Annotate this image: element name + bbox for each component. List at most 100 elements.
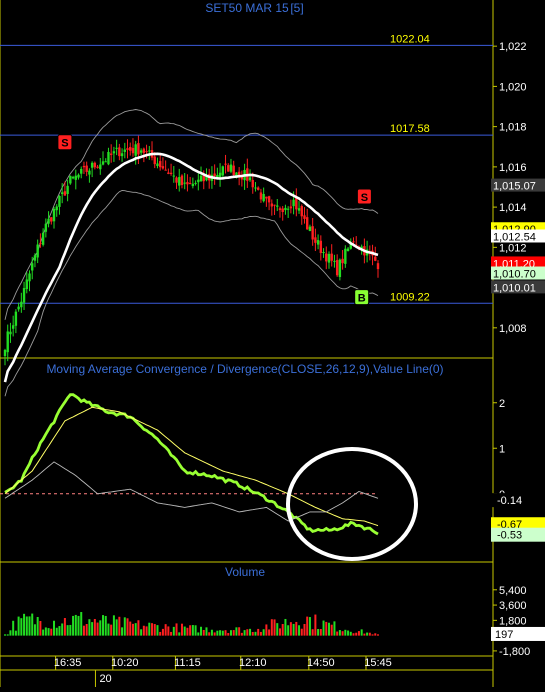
volume-bar	[216, 630, 219, 636]
chart-background	[0, 0, 545, 687]
candle-body	[145, 151, 148, 153]
candle-body	[9, 331, 12, 335]
volume-bar	[322, 620, 325, 636]
volume-bar	[194, 625, 197, 636]
volume-bar	[229, 630, 232, 636]
candle-body	[248, 177, 252, 181]
signal-label: S	[61, 138, 68, 150]
volume-bar	[31, 613, 34, 636]
volume-bar	[126, 618, 129, 636]
volume-bar	[276, 623, 279, 636]
candle-body	[82, 165, 86, 168]
candle-body	[374, 256, 377, 261]
volume-bar	[82, 625, 85, 636]
candle-body	[25, 279, 28, 290]
volume-bar	[118, 616, 121, 636]
candle-body	[330, 253, 333, 261]
candle-body	[131, 147, 135, 154]
candle-body	[47, 218, 50, 224]
candle-body	[306, 217, 309, 230]
candle-body	[352, 241, 355, 243]
candle-body	[259, 192, 263, 200]
candle-body	[180, 175, 184, 185]
candle-body	[319, 240, 323, 253]
candle-body	[134, 144, 137, 156]
candle-body	[273, 204, 276, 206]
candle-body	[33, 255, 37, 261]
volume-bar	[23, 613, 26, 636]
candle-body	[158, 161, 162, 168]
volume-bar	[191, 625, 194, 636]
volume-bar	[352, 633, 355, 636]
volume-bar	[47, 628, 50, 636]
volume-bar	[303, 624, 306, 636]
volume-bar	[20, 618, 23, 636]
volume-bar	[295, 621, 298, 636]
price-level-label: 1017.58	[390, 123, 430, 135]
macd-y-tick-label: 1	[499, 443, 505, 455]
signal-label: S	[361, 192, 368, 204]
volume-bar	[270, 619, 273, 636]
macd-chart-title: Moving Average Convergence / Divergence(…	[46, 362, 443, 376]
volume-bar	[55, 627, 58, 636]
candle-body	[123, 149, 126, 152]
price-y-tick-label: 1,020	[499, 81, 527, 93]
candle-body	[346, 248, 350, 251]
volume-bar	[85, 623, 88, 636]
volume-bar	[93, 618, 96, 636]
candle-body	[60, 192, 64, 195]
volume-bar	[249, 628, 252, 636]
chart-root: 1,0081,0101,0121,0141,0161,0181,0201,022…	[0, 0, 545, 687]
volume-bar	[360, 629, 363, 636]
price-level-label: 1009.22	[390, 291, 430, 303]
candle-body	[227, 165, 230, 172]
candle-body	[344, 248, 347, 264]
candle-body	[77, 174, 80, 178]
volume-bar	[278, 628, 281, 636]
volume-bar	[178, 632, 181, 636]
volume-value-label: 197	[495, 629, 513, 641]
candle-body	[254, 187, 257, 189]
candle-body	[109, 153, 113, 155]
volume-bar	[121, 627, 124, 636]
candle-body	[164, 169, 167, 171]
volume-bar	[142, 625, 145, 636]
volume-bar	[134, 623, 137, 636]
candle-body	[96, 166, 99, 168]
time-axis-label: 11:15	[174, 657, 201, 669]
signal-label: B	[358, 293, 366, 305]
volume-bar	[36, 616, 39, 636]
price-y-tick-label: 1,012	[499, 242, 527, 254]
volume-bar	[232, 630, 235, 636]
candle-body	[281, 208, 284, 213]
candle-body	[104, 161, 107, 163]
candle-body	[284, 207, 287, 211]
candle-body	[224, 163, 227, 165]
volume-bar	[363, 633, 366, 636]
volume-bar	[306, 616, 309, 636]
volume-chart-title: Volume	[225, 565, 265, 579]
volume-bar	[200, 626, 203, 636]
volume-bar	[227, 633, 230, 636]
volume-bar	[208, 632, 211, 636]
candle-body	[178, 177, 181, 186]
macd-value-label: -0.14	[497, 495, 522, 507]
candle-body	[232, 165, 235, 175]
volume-bar	[336, 631, 339, 636]
candle-body	[31, 263, 34, 271]
candle-body	[172, 175, 176, 177]
volume-bar	[257, 628, 260, 636]
volume-bar	[69, 624, 72, 636]
volume-bar	[319, 628, 322, 636]
volume-bar	[96, 622, 99, 636]
candle-body	[101, 161, 105, 165]
price-y-tick-label: 1,016	[499, 162, 527, 174]
volume-bar	[298, 625, 301, 636]
volume-bar	[284, 618, 287, 636]
volume-y-tick-label: 3,600	[499, 600, 527, 612]
candle-body	[44, 223, 48, 232]
time-axis-label: 16:35	[54, 657, 82, 669]
candle-body	[376, 263, 380, 270]
candle-body	[311, 226, 314, 240]
volume-bar	[61, 623, 64, 636]
